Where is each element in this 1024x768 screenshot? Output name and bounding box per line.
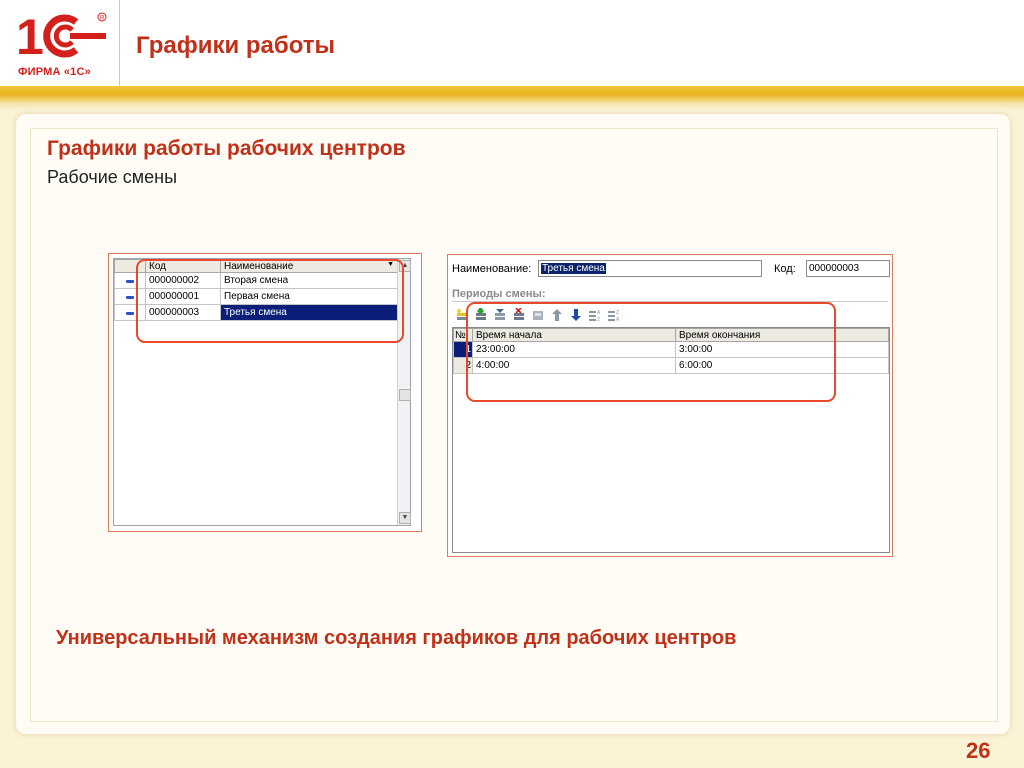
name-label: Наименование: [452,263,532,275]
name-field[interactable]: Третья смена [538,260,762,277]
logo-text: ФИРМА «1С» [18,66,91,78]
scroll-down-icon[interactable]: ▼ [399,512,411,524]
shift-row-icon [126,312,134,315]
scroll-thumb[interactable] [399,389,411,401]
page-number: 26 [966,738,991,763]
name-field-value: Третья смена [541,263,606,274]
logo: 1 R ФИРМА «1С» [10,8,114,82]
svg-text:1: 1 [16,10,44,62]
header-divider [119,0,120,86]
slide-title: Графики работы [136,32,336,59]
code-label: Код: [774,263,796,275]
svg-text:R: R [100,16,105,22]
section-title: Графики работы рабочих центров [47,137,406,160]
periods-group-label: Периоды смены: [452,288,546,300]
bottom-caption: Универсальный механизм создания графиков… [56,627,737,649]
highlight-frame-periods [466,302,836,402]
header-band [0,86,1024,102]
1c-logo-icon: 1 R [16,10,107,62]
shift-form-window: Наименование: Третья смена Код: 00000000… [447,254,893,557]
slide-header: 1 R ФИРМА «1С» Графики работы [0,0,1024,90]
section-subtitle: Рабочие смены [47,167,178,187]
header-band-shadow [0,102,1024,110]
shift-row-icon [126,280,134,283]
highlight-frame-list [136,259,404,343]
code-field[interactable]: 000000003 [806,260,890,277]
shift-row-icon [126,296,134,299]
